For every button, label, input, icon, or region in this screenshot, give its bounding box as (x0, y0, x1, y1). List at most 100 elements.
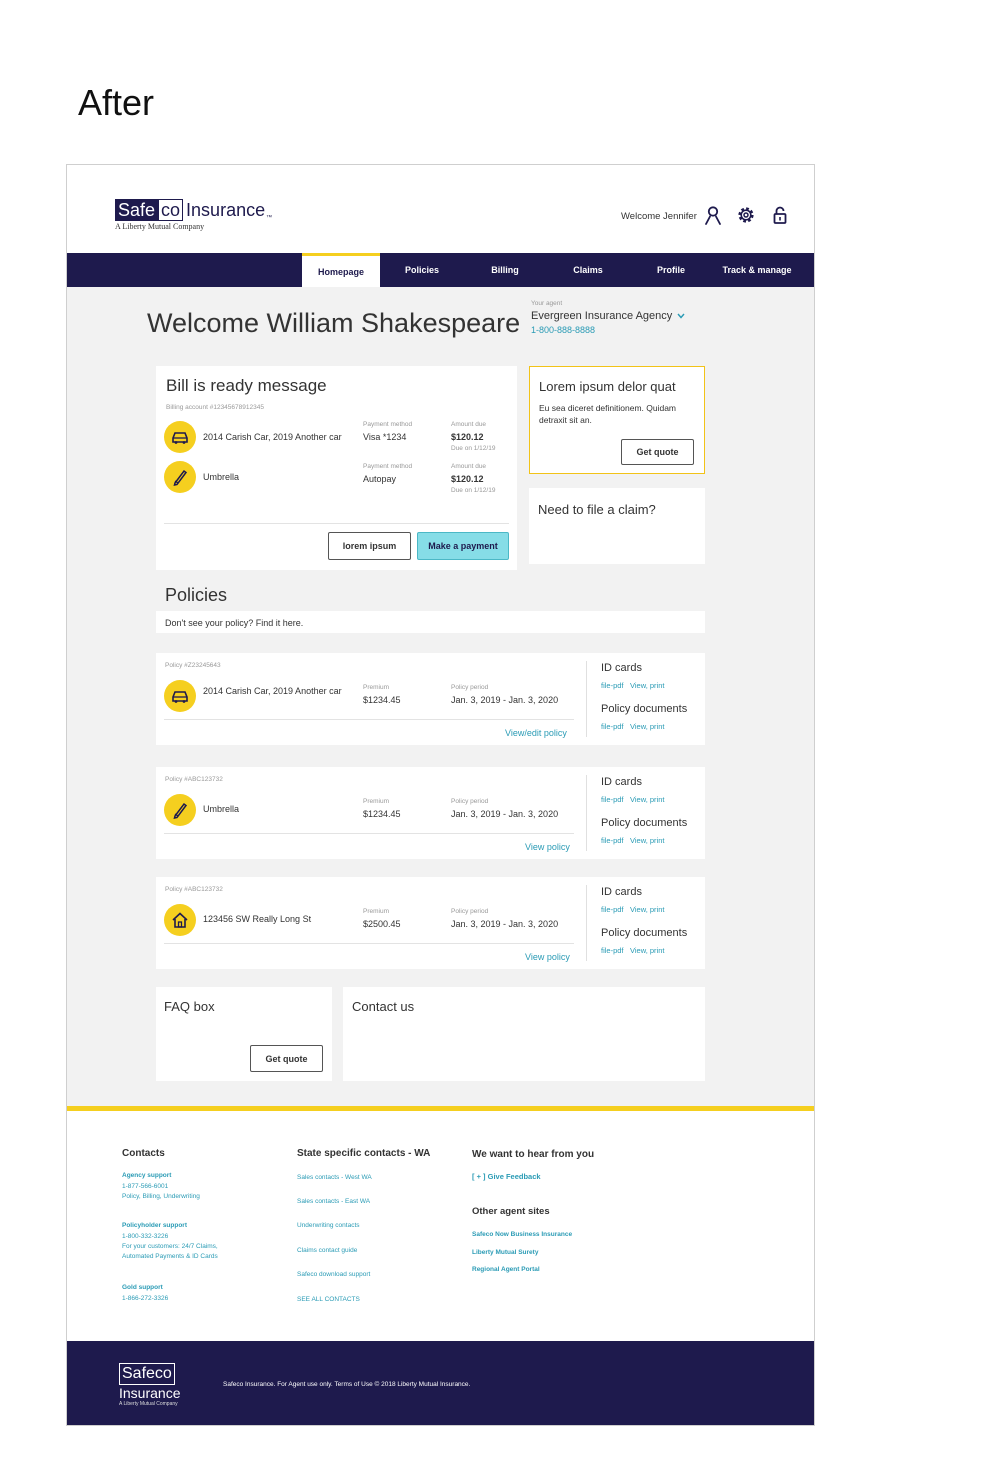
policyholder-phone[interactable]: 1-800-332-3226 (122, 1232, 168, 1243)
period-label: Policy period (451, 684, 489, 691)
payment-method-label: Payment method (363, 463, 413, 470)
bill-card: Bill is ready message Billing account #1… (156, 366, 517, 570)
amount-due-label: Amount due (451, 463, 487, 470)
premium-label: Premium (363, 684, 390, 691)
premium-label: Premium (363, 798, 390, 805)
quote-card: Lorem ipsum delor quat Eu sea diceret de… (529, 366, 705, 474)
policy-name: 123456 SW Really Long St (203, 914, 312, 924)
top-header: Safe co Insurance ™ A Liberty Mutual Compan… (67, 165, 814, 253)
policy-card: Policy #ABC123732 123456 SW Really Long … (156, 877, 705, 969)
state-contacts-heading: State specific contacts - WA (297, 1148, 431, 1159)
file-pdf-link[interactable]: file-pdf (601, 681, 624, 690)
see-all-contacts-link[interactable]: SEE ALL CONTACTS (297, 1295, 360, 1306)
footer-logo-safeco: Safeco (119, 1363, 175, 1385)
state-link[interactable]: Claims contact guide (297, 1246, 357, 1257)
logo-safe-text: Safe (115, 199, 159, 221)
footer-logo-insurance: Insurance (119, 1385, 181, 1401)
premium-value: $2500.45 (363, 919, 401, 929)
file-pdf-link[interactable]: file-pdf (601, 722, 624, 731)
policyholder-desc: For your customers: 24/7 Claims, (122, 1243, 218, 1250)
give-feedback-link[interactable]: [ + ] Give Feedback (472, 1172, 541, 1181)
policy-notice[interactable]: Don't see your policy? Find it here. (156, 611, 705, 633)
state-link[interactable]: Underwriting contacts (297, 1221, 360, 1232)
policy-icon-car (164, 680, 196, 712)
divider (164, 719, 574, 720)
divider (164, 523, 509, 524)
view-policy-link[interactable]: View policy (525, 842, 570, 852)
lorem-ipsum-button[interactable]: lorem ipsum (328, 532, 411, 560)
tab-homepage[interactable]: Homepage (302, 253, 380, 287)
gold-support-label: Gold support (122, 1284, 163, 1291)
amount-due-value: $120.12 (451, 432, 484, 442)
bottom-bar: Safeco Insurance A Liberty Mutual Compan… (67, 1341, 814, 1425)
quote-text: Eu sea diceret definitionem. Quidam detr… (539, 403, 677, 425)
state-link[interactable]: Safeco download support (297, 1270, 370, 1281)
file-pdf-link[interactable]: file-pdf (601, 795, 624, 804)
view-print-link[interactable]: View, print (630, 905, 664, 914)
amount-due-label: Amount due (451, 421, 487, 428)
tab-billing[interactable]: Billing (465, 253, 545, 287)
file-pdf-link[interactable]: file-pdf (601, 836, 624, 845)
agency-support-label: Agency support (122, 1172, 172, 1179)
file-pdf-link[interactable]: file-pdf (601, 905, 624, 914)
agency-desc: Policy, Billing, Underwriting (122, 1193, 200, 1200)
file-pdf-link[interactable]: file-pdf (601, 946, 624, 955)
contact-card[interactable]: Contact us (343, 987, 705, 1081)
payment-method-value: Autopay (363, 474, 397, 484)
pen-icon (173, 802, 188, 819)
view-print-link[interactable]: View, print (630, 722, 664, 731)
tab-claims[interactable]: Claims (548, 253, 628, 287)
view-policy-link[interactable]: View policy (525, 952, 570, 962)
policies-title: Policies (165, 585, 228, 605)
id-cards-label: ID cards (601, 776, 642, 788)
divider (164, 833, 574, 834)
tab-profile[interactable]: Profile (631, 253, 711, 287)
claim-title: Need to file a claim? (538, 502, 656, 517)
agent-name[interactable]: Evergreen Insurance Agency (531, 310, 685, 322)
policy-icon-home (164, 904, 196, 936)
gear-icon[interactable] (736, 205, 756, 225)
due-date: Due on 1/12/19 (451, 487, 496, 494)
feedback-heading: We want to hear from you (472, 1149, 595, 1160)
gold-phone[interactable]: 1-866-272-3326 (122, 1294, 168, 1305)
view-print-link[interactable]: View, print (630, 946, 664, 955)
agent-label: Your agent (531, 300, 563, 307)
claim-card[interactable]: Need to file a claim? (529, 488, 705, 564)
period-value: Jan. 3, 2019 - Jan. 3, 2020 (451, 919, 559, 929)
policy-number: Policy #Z23245643 (165, 662, 221, 669)
policy-number: Policy #ABC123732 (165, 776, 223, 783)
bill-item-icon-umbrella (164, 461, 196, 493)
get-quote-button[interactable]: Get quote (621, 439, 694, 465)
period-label: Policy period (451, 798, 489, 805)
agent-site-link[interactable]: Safeco Now Business Insurance (472, 1231, 572, 1238)
safeco-logo[interactable]: Safe co Insurance ™ A Liberty Mutual Compan… (115, 199, 272, 231)
view-print-link[interactable]: View, print (630, 836, 664, 845)
policy-name: 2014 Carish Car, 2019 Another car (203, 686, 342, 696)
premium-label: Premium (363, 908, 390, 915)
car-icon (172, 691, 188, 703)
tab-track-manage[interactable]: Track & manage (715, 253, 799, 287)
footer-logo[interactable]: Safeco Insurance A Liberty Mutual Compan… (119, 1363, 180, 1407)
logo-subtitle: A Liberty Mutual Company (115, 222, 205, 231)
view-print-link[interactable]: View, print (630, 795, 664, 804)
user-icon[interactable] (703, 205, 723, 225)
policy-number: Policy #ABC123732 (165, 886, 223, 893)
house-icon (172, 912, 188, 928)
bill-item-name: 2014 Carish Car, 2019 Another car (203, 432, 342, 442)
tab-policies[interactable]: Policies (382, 253, 462, 287)
view-print-link[interactable]: View, print (630, 681, 664, 690)
faq-get-quote-button[interactable]: Get quote (250, 1045, 323, 1072)
state-link[interactable]: Sales contacts - West WA (297, 1173, 372, 1184)
agency-phone[interactable]: 1-877-566-6001 (122, 1182, 168, 1193)
agent-site-link[interactable]: Liberty Mutual Surety (472, 1249, 538, 1256)
state-link[interactable]: Sales contacts - East WA (297, 1197, 370, 1208)
payment-method-value: Visa *1234 (363, 432, 407, 442)
agent-site-link[interactable]: Regional Agent Portal (472, 1266, 540, 1273)
footer: Contacts Agency support 1-877-566-6001 P… (67, 1111, 814, 1341)
view-edit-policy-link[interactable]: View/edit policy (505, 728, 567, 738)
premium-value: $1234.45 (363, 809, 401, 819)
policy-name: Umbrella (203, 804, 240, 814)
lock-icon[interactable] (770, 205, 790, 225)
agent-phone-link[interactable]: 1-800-888-8888 (531, 325, 595, 335)
make-payment-button[interactable]: Make a payment (417, 532, 509, 560)
